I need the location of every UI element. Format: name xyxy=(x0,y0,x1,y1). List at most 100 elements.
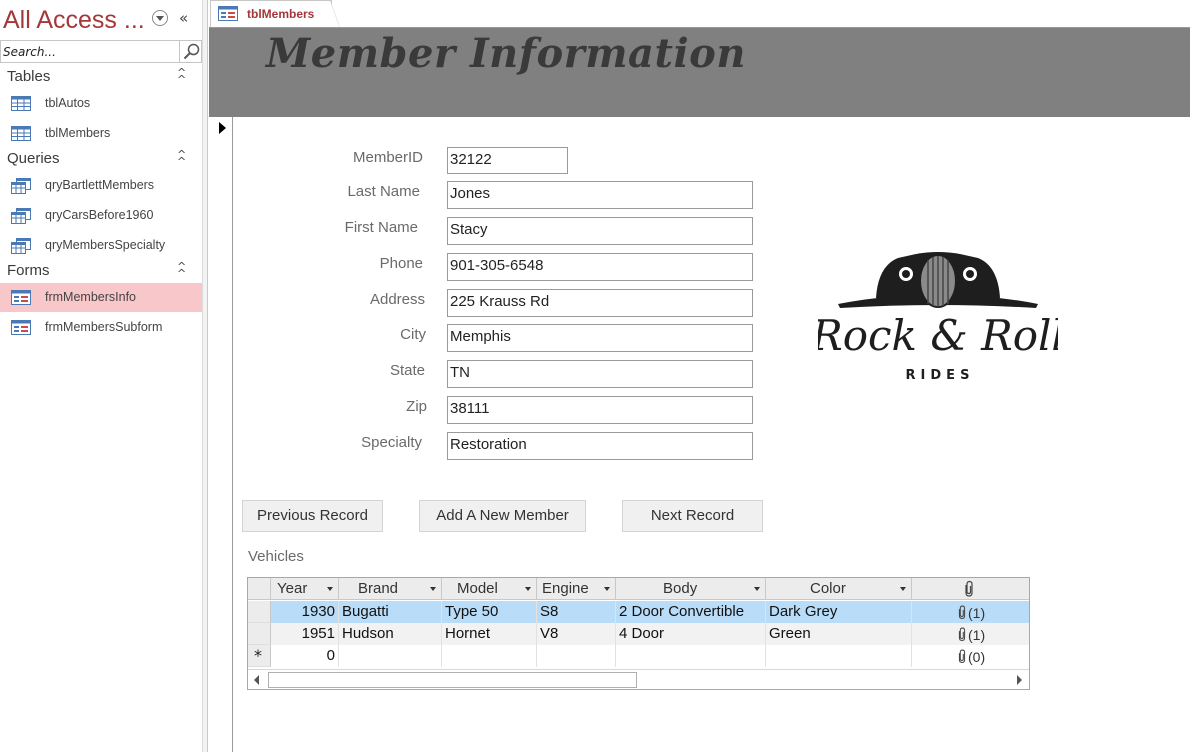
nav-item-frmmembersinfo[interactable]: frmMembersInfo xyxy=(0,283,202,312)
nav-item-frmmemberssubform[interactable]: frmMembersSubform xyxy=(0,313,202,342)
column-header-body[interactable]: Body xyxy=(616,578,766,600)
label-last-name: Last Name xyxy=(347,183,420,200)
tab-tblmembers[interactable]: tblMembers xyxy=(210,0,340,28)
cell-engine[interactable] xyxy=(537,645,616,667)
last-name-field[interactable]: Jones xyxy=(447,181,753,209)
filter-dropdown-icon[interactable] xyxy=(900,587,906,591)
row-selector[interactable] xyxy=(248,601,271,623)
nav-item-qrymembersspecialty[interactable]: qryMembersSpecialty xyxy=(0,231,202,260)
label-phone: Phone xyxy=(379,255,423,272)
filter-dropdown-icon[interactable] xyxy=(327,587,333,591)
horizontal-scrollbar[interactable] xyxy=(248,669,1029,689)
table-icon xyxy=(11,126,31,145)
record-selector[interactable] xyxy=(209,117,233,752)
filter-dropdown-icon[interactable] xyxy=(430,587,436,591)
cell-model[interactable]: Type 50 xyxy=(442,601,537,623)
collapse-group-icon[interactable]: ^ ^ xyxy=(177,149,186,167)
city-field[interactable]: Memphis xyxy=(447,324,753,352)
add-new-member-button[interactable]: Add A New Member xyxy=(419,500,586,532)
paperclip-icon xyxy=(962,580,976,602)
cell-brand[interactable]: Hudson xyxy=(339,623,442,645)
phone-field[interactable]: 901-305-6548 xyxy=(447,253,753,281)
cell-model[interactable] xyxy=(442,645,537,667)
group-header-forms[interactable]: Forms ^ ^ xyxy=(0,260,202,282)
attachment-cell[interactable]: (1) xyxy=(956,604,985,621)
cell-model[interactable]: Hornet xyxy=(442,623,537,645)
vehicles-subform-label: Vehicles xyxy=(248,548,304,565)
nav-item-qrycarsbefore1960[interactable]: qryCarsBefore1960 xyxy=(0,201,202,230)
query-icon xyxy=(11,208,31,228)
filter-dropdown-icon[interactable] xyxy=(604,587,610,591)
zip-field[interactable]: 38111 xyxy=(447,396,753,424)
label-memberid: MemberID xyxy=(352,149,423,166)
nav-item-label: qryCarsBefore1960 xyxy=(45,208,154,222)
search-icon[interactable] xyxy=(179,41,202,62)
nav-menu-dropdown-icon[interactable] xyxy=(152,10,168,26)
cell-engine[interactable]: V8 xyxy=(537,623,616,645)
column-header-engine[interactable]: Engine xyxy=(537,578,616,600)
select-all-corner[interactable] xyxy=(248,578,271,600)
first-name-field[interactable]: Stacy xyxy=(447,217,753,245)
row-selector[interactable]: * xyxy=(248,645,271,667)
state-field[interactable]: TN xyxy=(447,360,753,388)
group-label: Tables xyxy=(7,68,51,85)
previous-record-button[interactable]: Previous Record xyxy=(242,500,383,532)
column-header-year[interactable]: Year xyxy=(271,578,339,600)
column-header-attachments[interactable] xyxy=(912,578,1029,600)
cell-body[interactable]: 2 Door Convertible xyxy=(616,601,766,623)
collapse-pane-icon[interactable]: « xyxy=(179,9,188,27)
attachment-count: (1) xyxy=(968,627,986,643)
next-record-button[interactable]: Next Record xyxy=(622,500,763,532)
nav-item-tblmembers[interactable]: tblMembers xyxy=(0,119,202,148)
new-record-row[interactable]: * 0 (0) xyxy=(248,645,1029,667)
cell-body[interactable]: 4 Door xyxy=(616,623,766,645)
column-header-color[interactable]: Color xyxy=(766,578,912,600)
datasheet-header: Year Brand Model Engine Body Color xyxy=(248,578,1029,600)
query-icon xyxy=(11,178,31,198)
specialty-field[interactable]: Restoration xyxy=(447,432,753,460)
scroll-right-icon[interactable] xyxy=(1017,675,1022,685)
cell-color[interactable] xyxy=(766,645,912,667)
table-row[interactable]: 1930 Bugatti Type 50 S8 2 Door Convertib… xyxy=(248,601,1029,623)
paperclip-icon xyxy=(958,605,966,620)
column-header-label: Body xyxy=(663,580,698,597)
cell-color[interactable]: Green xyxy=(766,623,912,645)
attachment-cell[interactable]: (1) xyxy=(956,626,985,643)
nav-item-qrybartlettmembers[interactable]: qryBartlettMembers xyxy=(0,171,202,200)
attachment-cell[interactable]: (0) xyxy=(956,648,985,665)
label-city: City xyxy=(400,326,426,343)
address-field[interactable]: 225 Krauss Rd xyxy=(447,289,753,317)
column-header-model[interactable]: Model xyxy=(442,578,537,600)
cell-year[interactable]: 1930 xyxy=(271,601,339,623)
nav-item-tblautos[interactable]: tblAutos xyxy=(0,89,202,118)
collapse-group-icon[interactable]: ^ ^ xyxy=(177,261,186,279)
column-header-brand[interactable]: Brand xyxy=(339,578,442,600)
cell-body[interactable] xyxy=(616,645,766,667)
column-header-label: Year xyxy=(277,580,308,597)
filter-dropdown-icon[interactable] xyxy=(754,587,760,591)
nav-header: All Access ... « xyxy=(0,0,202,38)
label-first-name: First Name xyxy=(344,219,418,236)
query-icon xyxy=(11,238,31,258)
navigation-pane: All Access ... « Tables ^^ tblAutos tblM… xyxy=(0,0,202,752)
scrollbar-thumb[interactable] xyxy=(268,672,637,688)
cell-color[interactable]: Dark Grey xyxy=(766,601,912,623)
scroll-left-icon[interactable] xyxy=(254,675,259,685)
group-header-queries[interactable]: Queries ^ ^ xyxy=(0,148,202,170)
pane-splitter[interactable] xyxy=(202,0,208,752)
cell-engine[interactable]: S8 xyxy=(537,601,616,623)
cell-year[interactable]: 0 xyxy=(271,645,339,667)
group-label: Queries xyxy=(7,150,60,167)
collapse-group-icon[interactable]: ^ ^ xyxy=(177,67,186,85)
nav-title[interactable]: All Access ... xyxy=(3,6,145,35)
cell-brand[interactable] xyxy=(339,645,442,667)
group-header-tables[interactable]: Tables ^ ^ xyxy=(0,66,202,88)
row-selector[interactable] xyxy=(248,623,271,645)
search-input[interactable] xyxy=(3,43,175,60)
memberid-field[interactable]: 32122 xyxy=(447,147,568,174)
form-icon xyxy=(11,290,31,309)
filter-dropdown-icon[interactable] xyxy=(525,587,531,591)
table-row[interactable]: 1951 Hudson Hornet V8 4 Door Green (1) xyxy=(248,623,1029,645)
cell-brand[interactable]: Bugatti xyxy=(339,601,442,623)
cell-year[interactable]: 1951 xyxy=(271,623,339,645)
